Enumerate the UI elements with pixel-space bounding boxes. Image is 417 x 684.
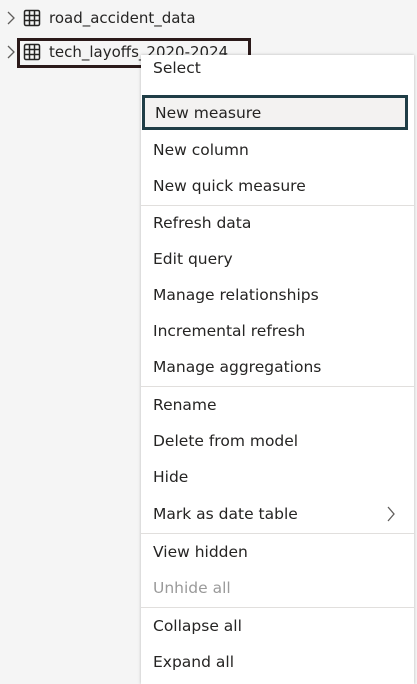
chevron-right-icon — [387, 506, 395, 522]
menu-item-rename[interactable]: Rename — [141, 387, 414, 422]
menu-item-new-column[interactable]: New column — [141, 132, 414, 167]
menu-item-label: View hidden — [153, 542, 248, 561]
menu-item-manage-aggregations[interactable]: Manage aggregations — [141, 349, 414, 384]
chevron-right-icon[interactable] — [4, 44, 18, 60]
menu-item-new-quick-measure[interactable]: New quick measure — [141, 168, 414, 203]
menu-item-label: New measure — [155, 103, 262, 122]
menu-item-label: Manage aggregations — [153, 357, 322, 376]
menu-item-unhide-all: Unhide all — [141, 570, 414, 605]
menu-item-mark-as-date-table[interactable]: Mark as date table — [141, 496, 414, 531]
table-icon — [23, 43, 41, 61]
menu-item-label: Edit query — [153, 249, 233, 268]
menu-item-refresh-data[interactable]: Refresh data — [141, 205, 414, 240]
menu-item-new-measure[interactable]: New measure — [142, 95, 408, 130]
menu-item-label: Select — [153, 59, 201, 77]
menu-item-edit-query[interactable]: Edit query — [141, 241, 414, 276]
menu-item-view-hidden[interactable]: View hidden — [141, 534, 414, 569]
menu-item-incremental-refresh[interactable]: Incremental refresh — [141, 313, 414, 348]
chevron-right-icon[interactable] — [4, 10, 18, 26]
menu-item-manage-relationships[interactable]: Manage relationships — [141, 277, 414, 312]
menu-item-hide[interactable]: Hide — [141, 459, 414, 494]
menu-item-label: Mark as date table — [153, 504, 298, 523]
context-menu: Select New measure New column New quick … — [141, 55, 414, 684]
menu-item-collapse-all[interactable]: Collapse all — [141, 608, 414, 643]
menu-item-label: Unhide all — [153, 578, 231, 597]
menu-item-label: New column — [153, 140, 249, 159]
table-icon — [23, 9, 41, 27]
table-name-label: road_accident_data — [49, 9, 196, 27]
menu-item-label: Refresh data — [153, 213, 252, 232]
menu-item-expand-all[interactable]: Expand all — [141, 644, 414, 679]
menu-item-label: Incremental refresh — [153, 321, 306, 340]
table-row-road-accident-data[interactable]: road_accident_data — [0, 4, 196, 32]
menu-item-label: Delete from model — [153, 431, 299, 450]
menu-item-label: New quick measure — [153, 176, 306, 195]
menu-item-label: Hide — [153, 467, 189, 486]
menu-item-label: Manage relationships — [153, 285, 319, 304]
menu-item-delete-from-model[interactable]: Delete from model — [141, 423, 414, 458]
menu-item-label: Expand all — [153, 652, 235, 671]
menu-item-select[interactable]: Select — [141, 53, 414, 83]
menu-item-label: Collapse all — [153, 616, 242, 635]
menu-item-label: Rename — [153, 395, 217, 414]
